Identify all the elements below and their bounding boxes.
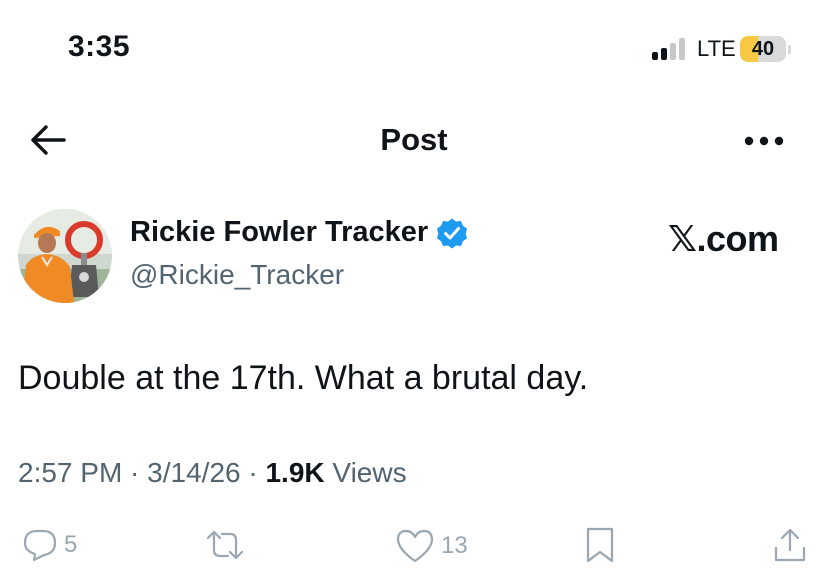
bookmark-button[interactable] [584, 526, 616, 564]
status-time: 3:35 [68, 30, 131, 63]
avatar[interactable] [18, 209, 112, 303]
author-name[interactable]: Rickie Fowler Tracker [130, 216, 428, 249]
battery-icon: 40 [740, 36, 792, 64]
signal-strength-icon [652, 38, 685, 60]
repost-icon [206, 530, 244, 560]
meta-separator: · [240, 457, 266, 488]
meta-separator: · [122, 457, 148, 488]
x-com-watermark: 𝕏.com [668, 218, 779, 259]
post-text: Double at the 17th. What a brutal day. [18, 359, 589, 397]
repost-button[interactable] [204, 528, 252, 562]
views-label: Views [324, 457, 407, 488]
verified-badge-icon [437, 218, 468, 248]
post-meta: 2:57 PM · 3/14/26 · 1.9K Views [18, 457, 407, 489]
like-count: 13 [441, 532, 468, 559]
reply-count: 5 [64, 531, 78, 558]
author-name-row: Rickie Fowler Tracker [130, 216, 468, 249]
avatar-image [18, 209, 112, 303]
page-title: Post [380, 122, 448, 157]
post-time: 2:57 PM [18, 457, 123, 488]
heart-icon [396, 529, 434, 563]
share-icon [774, 528, 806, 562]
views-count[interactable]: 1.9K [265, 457, 324, 489]
reply-icon [23, 529, 57, 562]
post-date: 3/14/26 [147, 457, 241, 488]
reply-button[interactable]: 5 [22, 528, 77, 562]
more-horizontal-icon[interactable] [744, 134, 784, 148]
bookmark-icon [586, 527, 614, 563]
author-handle[interactable]: @Rickie_Tracker [130, 259, 344, 291]
network-type: LTE [697, 36, 736, 61]
share-button[interactable] [772, 526, 808, 564]
battery-level: 40 [751, 38, 775, 60]
like-button[interactable]: 13 [395, 528, 468, 564]
